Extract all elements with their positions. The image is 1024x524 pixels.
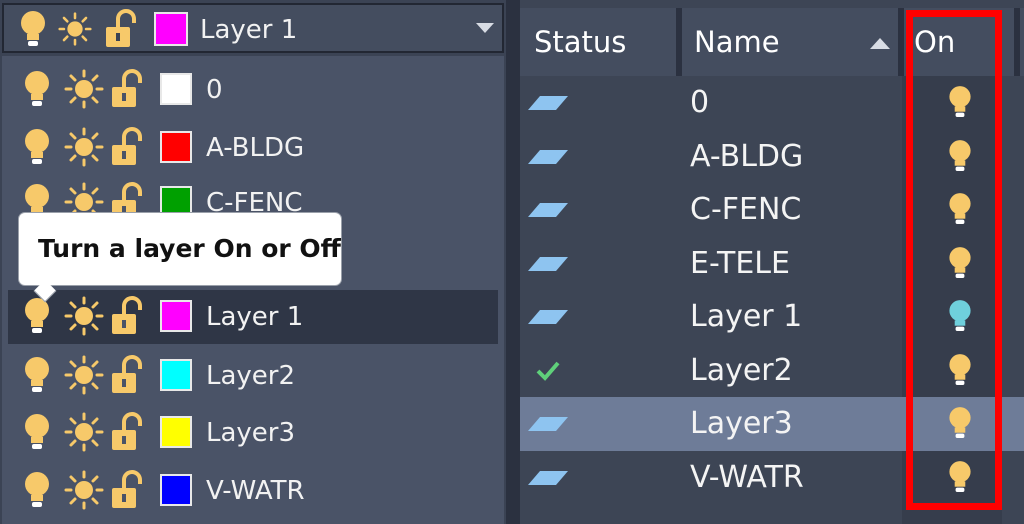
layer-list-item-name: V-WATR: [206, 476, 305, 506]
layer-list-item-name: A-BLDG: [206, 133, 305, 163]
layer-color-swatch[interactable]: [160, 73, 192, 105]
column-separator[interactable]: [676, 8, 682, 76]
table-cell-name: Layer3: [690, 406, 793, 441]
layer-color-swatch[interactable]: [154, 12, 188, 46]
bulb-icon[interactable]: [16, 9, 50, 49]
sun-icon[interactable]: [64, 296, 104, 336]
bulb-icon[interactable]: [20, 127, 54, 167]
layer-color-swatch[interactable]: [160, 474, 192, 506]
column-header-name[interactable]: Name: [694, 8, 780, 76]
unlock-icon[interactable]: [110, 355, 144, 395]
layer-icon[interactable]: [528, 197, 568, 223]
tooltip-text: Turn a layer On or Off: [38, 234, 341, 263]
sort-ascending-icon[interactable]: [870, 38, 890, 49]
layer-color-swatch[interactable]: [160, 416, 192, 448]
layer-list-item[interactable]: Layer3: [2, 406, 504, 460]
sun-icon[interactable]: [64, 412, 104, 452]
table-cell-name: V-WATR: [690, 459, 804, 495]
layer-list-item[interactable]: V-WATR: [2, 464, 504, 518]
layer-color-swatch[interactable]: [160, 359, 192, 391]
column-separator[interactable]: [898, 8, 904, 76]
current-layer-name: Layer 1: [200, 15, 298, 45]
layer-list-item-name: Layer2: [206, 361, 296, 391]
layer-icon[interactable]: [528, 144, 568, 170]
layer-list-item[interactable]: 0: [2, 63, 504, 117]
layer-list-item[interactable]: Layer2: [2, 349, 504, 403]
tooltip: Turn a layer On or Off: [18, 212, 342, 303]
layer-list-item-name: 0: [206, 75, 223, 105]
unlock-icon[interactable]: [110, 296, 144, 336]
unlock-icon[interactable]: [104, 9, 138, 49]
layer-icon[interactable]: [528, 304, 568, 330]
layer-list-item[interactable]: A-BLDG: [2, 121, 504, 175]
bulb-icon[interactable]: [20, 470, 54, 510]
table-cell-name: A-BLDG: [690, 138, 804, 174]
layer-dropdown-panel: Layer 1 0 A-BLDG C-FENC Layer 1 Layer2 Layer3…: [0, 0, 506, 524]
layer-list-item[interactable]: Layer 1: [8, 290, 498, 344]
bulb-icon[interactable]: [20, 355, 54, 395]
table-cell-name: Layer2: [690, 352, 793, 388]
layer-color-swatch[interactable]: [160, 300, 192, 332]
layer-color-swatch[interactable]: [160, 131, 192, 163]
layer-icon[interactable]: [528, 465, 568, 491]
layer-icon[interactable]: [528, 251, 568, 277]
unlock-icon[interactable]: [110, 127, 144, 167]
layer-icon[interactable]: [528, 411, 568, 437]
on-column-highlight-box: [906, 10, 1002, 510]
layer-icon[interactable]: [528, 90, 568, 116]
sun-icon[interactable]: [64, 470, 104, 510]
layer-dropdown-current[interactable]: Layer 1: [2, 3, 504, 53]
column-separator[interactable]: [1014, 8, 1020, 76]
chevron-down-icon[interactable]: [476, 23, 494, 33]
column-header-status[interactable]: Status: [534, 8, 626, 76]
unlock-icon[interactable]: [110, 470, 144, 510]
table-cell-name: 0: [690, 85, 710, 120]
check-icon[interactable]: [528, 358, 568, 384]
layer-dropdown-list: 0 A-BLDG C-FENC Layer 1 Layer2 Layer3 V-WATR: [2, 56, 504, 524]
table-cell-name: E-TELE: [690, 245, 790, 281]
sun-icon[interactable]: [64, 69, 104, 109]
sun-icon[interactable]: [64, 355, 104, 395]
layer-list-item-name: Layer 1: [206, 302, 304, 332]
table-cell-name: C-FENC: [690, 192, 802, 227]
table-cell-name: Layer 1: [690, 299, 803, 334]
bulb-icon[interactable]: [20, 69, 54, 109]
sun-icon[interactable]: [58, 9, 92, 49]
unlock-icon[interactable]: [110, 412, 144, 452]
bulb-icon[interactable]: [20, 296, 54, 336]
bulb-icon[interactable]: [20, 412, 54, 452]
sun-icon[interactable]: [64, 127, 104, 167]
unlock-icon[interactable]: [110, 69, 144, 109]
layer-list-item-name: Layer3: [206, 418, 296, 448]
